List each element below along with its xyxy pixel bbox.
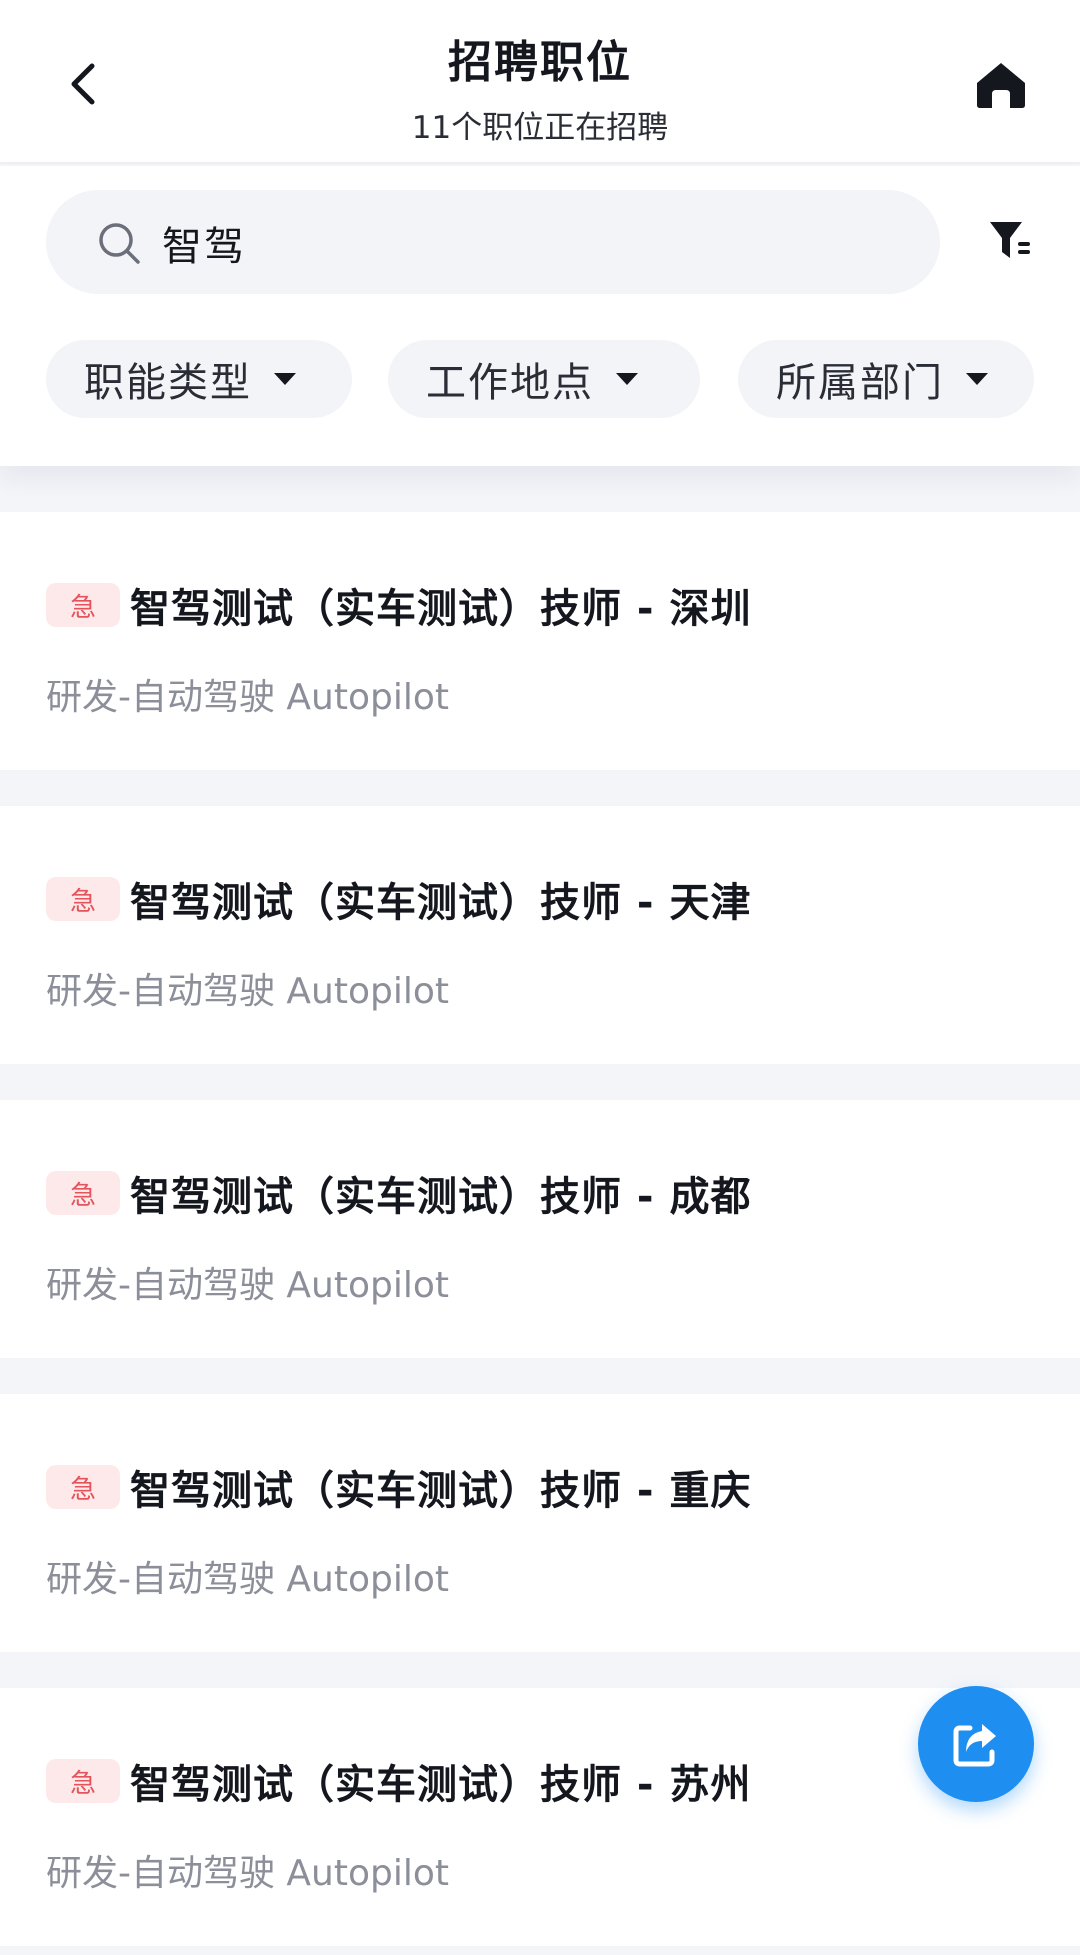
- caret-down-icon: [966, 373, 988, 385]
- chip-label: 职能类型: [84, 360, 252, 406]
- job-card[interactable]: 急 智驾测试（实车测试）技师 - 重庆 研发-自动驾驶 Autopilot: [0, 1394, 1080, 1652]
- urgent-badge: 急: [46, 1171, 120, 1215]
- page-title: 招聘职位: [448, 37, 632, 88]
- job-title-row: 急 智驾测试（实车测试）技师 - 重庆: [46, 1458, 751, 1516]
- chip-label: 工作地点: [426, 360, 594, 406]
- job-title: 智驾测试（实车测试）技师 - 成都: [130, 1174, 752, 1220]
- search-query: 智驾: [162, 224, 246, 270]
- top-bar: 招聘职位 11个职位正在招聘: [0, 0, 1080, 164]
- search-icon: [99, 223, 140, 264]
- job-list-page: 招聘职位 11个职位正在招聘 智驾 职能类型 工作地点 所属部门 急 智驾测试（…: [0, 0, 1080, 1955]
- page-subtitle: 11个职位正在招聘: [411, 110, 669, 146]
- job-title: 智驾测试（实车测试）技师 - 苏州: [130, 1762, 752, 1808]
- job-department: 研发-自动驾驶 Autopilot: [46, 1559, 450, 1600]
- job-department: 研发-自动驾驶 Autopilot: [46, 1265, 450, 1306]
- filter-department[interactable]: 所属部门: [738, 340, 1034, 418]
- filter-icon[interactable]: [986, 216, 1034, 264]
- job-card[interactable]: 急 智驾测试（实车测试）技师 - 天津 研发-自动驾驶 Autopilot: [0, 806, 1080, 1064]
- urgent-badge: 急: [46, 877, 120, 921]
- job-department: 研发-自动驾驶 Autopilot: [46, 971, 450, 1012]
- home-icon: [977, 63, 1025, 108]
- job-title-row: 急 智驾测试（实车测试）技师 - 深圳: [46, 576, 751, 634]
- job-title-row: 急 智驾测试（实车测试）技师 - 成都: [46, 1164, 751, 1222]
- chip-label: 所属部门: [776, 360, 944, 406]
- caret-down-icon: [616, 373, 638, 385]
- job-title: 智驾测试（实车测试）技师 - 重庆: [130, 1468, 752, 1514]
- job-title-row: 急 智驾测试（实车测试）技师 - 苏州: [46, 1752, 751, 1810]
- filter-work-location[interactable]: 工作地点: [388, 340, 700, 418]
- job-card[interactable]: 急 智驾测试（实车测试）技师 - 成都 研发-自动驾驶 Autopilot: [0, 1100, 1080, 1358]
- filter-function-type[interactable]: 职能类型: [46, 340, 352, 418]
- urgent-badge: 急: [46, 583, 120, 627]
- job-card[interactable]: 急 智驾测试（实车测试）技师 - 深圳 研发-自动驾驶 Autopilot: [0, 512, 1080, 770]
- job-department: 研发-自动驾驶 Autopilot: [46, 677, 450, 718]
- filter-panel: 智驾 职能类型 工作地点 所属部门: [0, 166, 1080, 466]
- job-title-row: 急 智驾测试（实车测试）技师 - 天津: [46, 870, 751, 928]
- job-title: 智驾测试（实车测试）技师 - 天津: [130, 880, 752, 926]
- home-button[interactable]: [966, 50, 1036, 120]
- urgent-badge: 急: [46, 1465, 120, 1509]
- job-card[interactable]: 急 智驾测试（实车测试）技师 - 苏州 研发-自动驾驶 Autopilot: [0, 1688, 1080, 1946]
- urgent-badge: 急: [46, 1759, 120, 1803]
- job-department: 研发-自动驾驶 Autopilot: [46, 1853, 450, 1894]
- share-button[interactable]: [918, 1686, 1034, 1802]
- caret-down-icon: [274, 373, 296, 385]
- share-icon: [953, 1724, 996, 1767]
- search-input[interactable]: 智驾: [46, 190, 940, 294]
- job-title: 智驾测试（实车测试）技师 - 深圳: [130, 586, 752, 632]
